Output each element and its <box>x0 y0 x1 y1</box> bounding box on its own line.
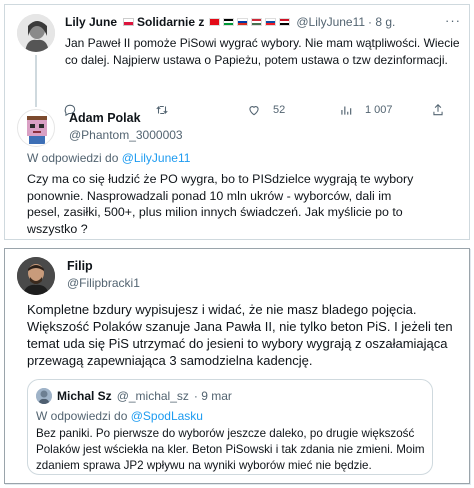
tweet1-time[interactable]: · 8 g. <box>368 15 395 29</box>
quote-header: Michal Sz @_michal_sz · 9 mar <box>36 388 232 404</box>
quote-text-line: Bez paniki. Po pierwsze do wyborów jeszc… <box>36 427 415 440</box>
michal-sz-avatar[interactable] <box>36 388 52 404</box>
avatar-photo-icon <box>17 257 55 295</box>
tweet1-text-line: co dalej. Najpierw ustawa o Papieżu, pot… <box>65 52 448 67</box>
tweet2-text-line: ponownie. Nasprowadzali ponad 10 mln ukr… <box>27 188 392 203</box>
like-icon <box>249 106 259 116</box>
reply-to-handle-link[interactable]: @SpodLasku <box>131 409 203 423</box>
views-count: 1 007 <box>365 104 393 116</box>
tweet3-header: Filip @Filipbracki1 <box>67 259 140 290</box>
tweet3-text: Kompletne bzdury wypisujesz i widać, że … <box>27 301 467 369</box>
tweet2-text: Czy ma co się łudzić że PO wygra, bo to … <box>27 171 465 237</box>
reply-to-handle-link[interactable]: @LilyJune11 <box>122 151 191 165</box>
tweet1-author-suffix: Solidarnie z <box>137 15 205 29</box>
turkey-flag-icon <box>209 18 221 26</box>
hungary-flag-icon <box>251 18 263 26</box>
pixel-art-avatar-icon <box>18 110 54 146</box>
views-icon <box>341 106 352 115</box>
quote-text-line: Polaków jest wściekła na kler. Beton PiS… <box>36 443 425 456</box>
tweet1-text-line: Jan Paweł II pomoże PiSowi wygrać wybory… <box>65 36 460 50</box>
slovakia-flag-icon <box>265 18 277 26</box>
tweet1-handle[interactable]: @LilyJune11 <box>296 15 365 29</box>
views-button[interactable]: 1 007 <box>339 103 431 117</box>
reply-prefix-label: W odpowiedzi do <box>36 409 128 423</box>
tweet2-reply-context: W odpowiedzi do @LilyJune11 <box>27 151 190 165</box>
flag-row <box>209 18 291 26</box>
like-button[interactable]: 52 <box>247 103 339 117</box>
quoted-tweet[interactable]: Michal Sz @_michal_sz · 9 mar W odpowied… <box>27 379 433 475</box>
russia-flag-icon <box>237 18 249 26</box>
tweet3-text-line: przewagą zapewniająca 3 samodzielna kade… <box>27 353 313 368</box>
tweet3-text-line: Większość Polaków szanuje Jana Pawła II,… <box>27 319 453 334</box>
avatar-photo-icon <box>17 14 55 52</box>
like-count: 52 <box>273 104 286 116</box>
share-icon <box>433 104 443 116</box>
palestine-flag-icon <box>223 18 235 26</box>
tweet3-author-name[interactable]: Filip <box>67 259 140 273</box>
tweet2-handle[interactable]: @Phantom_3000003 <box>69 128 183 142</box>
quote-author-name[interactable]: Michal Sz <box>57 389 112 403</box>
reply-prefix-label: W odpowiedzi do <box>27 151 119 165</box>
tweet3-handle[interactable]: @Filipbracki1 <box>67 276 140 290</box>
tweet1-text: Jan Paweł II pomoże PiSowi wygrać wybory… <box>65 35 465 68</box>
tweet3-text-line: temat uda się PiS utrzymać do jesieni to… <box>27 336 448 351</box>
tweet2-text-line: wszystko ? <box>27 221 88 236</box>
quote-text: Bez paniki. Po pierwsze do wyborów jeszc… <box>36 426 430 474</box>
poland-flag-icon <box>123 18 135 26</box>
tweet2-author-name[interactable]: Adam Polak <box>69 111 183 125</box>
quote-handle[interactable]: @_michal_sz <box>117 389 189 403</box>
quote-tweet-card: Filip @Filipbracki1 Kompletne bzdury wyp… <box>4 248 470 484</box>
reply-thread-card: Lily June Solidarnie z @LilyJune11 · 8 g… <box>4 4 470 240</box>
tweet2-text-line: pesel, zasiłki, 500+, plus milion innych… <box>27 205 403 219</box>
adam-polak-avatar[interactable] <box>17 109 55 147</box>
lily-june-avatar[interactable] <box>17 14 55 52</box>
tweet2-text-line: Czy ma co się łudzić że PO wygra, bo to … <box>27 172 414 186</box>
quote-time[interactable]: · 9 mar <box>194 389 232 403</box>
avatar-photo-icon <box>36 388 52 404</box>
tweet1-header: Lily June Solidarnie z @LilyJune11 · 8 g… <box>65 15 395 29</box>
quote-reply-context: W odpowiedzi do @SpodLasku <box>36 409 203 423</box>
share-button[interactable] <box>431 103 461 117</box>
egypt-flag-icon <box>279 18 291 26</box>
tweet3-text-line: Kompletne bzdury wypisujesz i widać, że … <box>27 302 417 317</box>
quote-text-line: zdaniem sprawa JP2 wpływu na wyniki wybo… <box>36 459 372 472</box>
more-options-icon[interactable]: ··· <box>445 13 461 28</box>
tweet2-header: Adam Polak @Phantom_3000003 <box>69 111 183 142</box>
thread-connector-line <box>35 55 37 107</box>
filip-avatar[interactable] <box>17 257 55 295</box>
tweet1-author-name[interactable]: Lily June <box>65 15 117 29</box>
